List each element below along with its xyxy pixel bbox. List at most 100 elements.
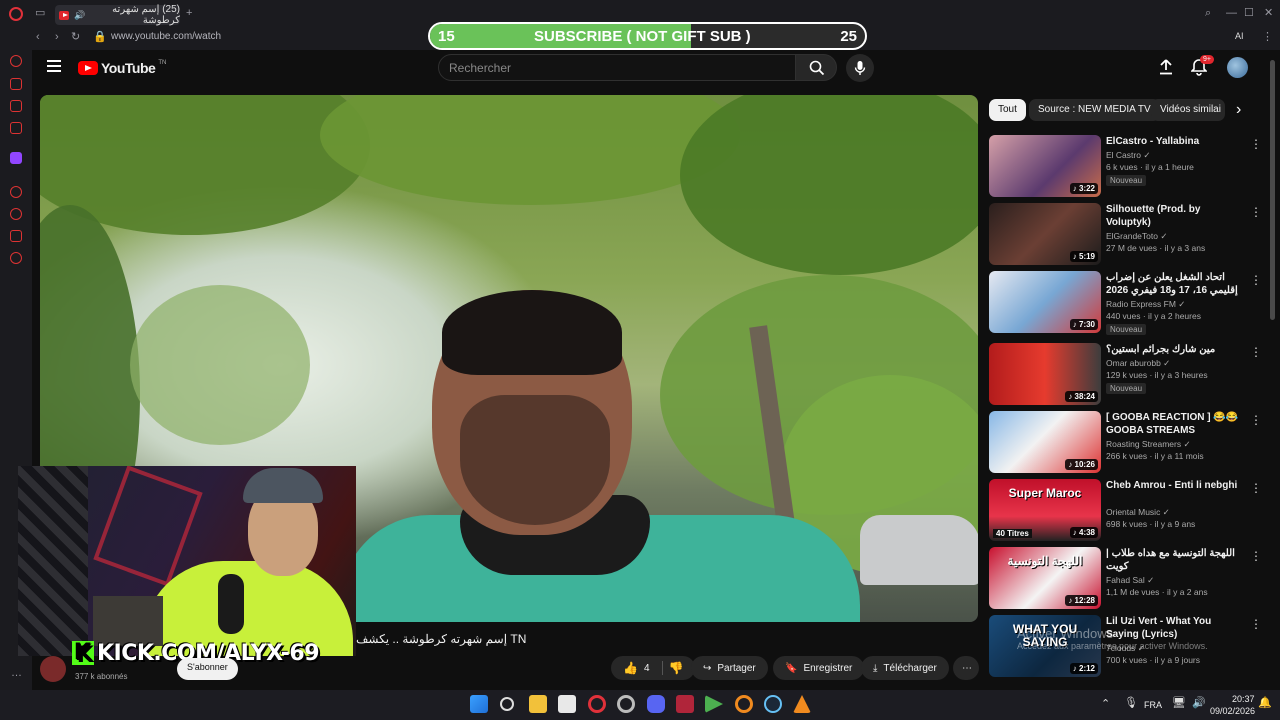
chip-source[interactable]: Source : NEW MEDIA TV <box>1029 99 1160 121</box>
more-options-icon[interactable]: ⋮ <box>1250 205 1262 219</box>
notifications-button[interactable]: 9+ <box>1190 55 1214 78</box>
recommendation-title[interactable]: [ GOOBA REACTION ] 😂😂 GOOBA STREAMS HIGH… <box>1106 411 1244 437</box>
sidebar-twitch-icon[interactable] <box>10 152 22 164</box>
forward-icon[interactable]: › <box>55 32 59 43</box>
taskbar-search-icon[interactable] <box>500 697 514 711</box>
speaker-icon[interactable]: 🔊 <box>74 10 85 21</box>
recommendation-thumbnail[interactable]: ♪ 3:22 <box>989 135 1101 197</box>
download-button[interactable]: ⤓ Télécharger <box>861 656 949 680</box>
youtube-logo[interactable]: YouTube TN <box>78 60 166 76</box>
chip-similar[interactable]: Vidéos similai <box>1151 99 1225 121</box>
recommendation-thumbnail[interactable]: ♪ 7:30 <box>989 271 1101 333</box>
search-button[interactable] <box>795 54 837 81</box>
sidebar-messenger-icon[interactable] <box>10 100 22 112</box>
sidebar-bag-icon[interactable] <box>10 78 22 90</box>
opera-gx-taskbar-icon[interactable] <box>617 695 635 713</box>
recommendation-title[interactable]: Silhouette (Prod. by Voluptyk) <box>1106 203 1244 229</box>
recommendation-channel[interactable]: Fahad Sal ✓ <box>1106 575 1154 586</box>
page-scrollbar[interactable] <box>1270 60 1275 320</box>
recommendation-title[interactable]: مين شارك بجرائم ابستين؟ <box>1106 343 1244 356</box>
capcut-icon[interactable] <box>676 695 694 713</box>
recommendation-thumbnail[interactable]: اللهجة التونسية ♪ 12:28 <box>989 547 1101 609</box>
more-options-icon[interactable]: ⋮ <box>1250 345 1262 359</box>
recommendation-channel[interactable]: ElGrandeToto ✓ <box>1106 231 1167 242</box>
avatar[interactable] <box>1227 57 1248 78</box>
search-tabs-icon[interactable]: ⌕ <box>1205 8 1211 19</box>
more-options-icon[interactable]: ⋮ <box>1250 137 1262 151</box>
recommendation-item[interactable]: ♪ 7:30 اتحاد الشغل يعلن عن إضراب إقليمي 1… <box>989 271 1264 335</box>
like-button[interactable]: 👍 4 👎 <box>611 656 696 680</box>
network-icon[interactable]: 🖥 <box>1172 698 1186 709</box>
recommendation-title[interactable]: ElCastro - Yallabina <box>1106 135 1244 148</box>
recommendation-channel[interactable]: El Castro ✓ <box>1106 150 1150 161</box>
language-indicator[interactable]: FRA <box>1144 700 1162 710</box>
recommendation-thumbnail[interactable]: Super Maroc 40 Titres ♪ 4:38 <box>989 479 1101 541</box>
workspaces-icon[interactable]: ▭ <box>35 8 45 19</box>
upload-icon[interactable] <box>1158 59 1174 75</box>
recommendation-channel[interactable]: Oriental Music ✓ <box>1106 507 1170 518</box>
chip-scroll-right-icon[interactable]: › <box>1236 101 1241 119</box>
sidebar-history-icon[interactable] <box>10 208 22 220</box>
recommendation-item[interactable]: ♪ 38:24 مين شارك بجرائم ابستين؟ Omar aburo… <box>989 343 1264 405</box>
search-input[interactable]: Rechercher <box>438 54 796 81</box>
windows-start-icon[interactable] <box>470 695 488 713</box>
sidebar-more-icon[interactable]: … <box>11 668 22 679</box>
microphone-tray-icon[interactable]: 🎙 <box>1124 698 1138 709</box>
volume-icon[interactable]: 🔊 <box>1192 698 1206 709</box>
obs-icon[interactable] <box>735 695 753 713</box>
recommendation-item[interactable]: ♪ 10:26 [ GOOBA REACTION ] 😂😂 GOOBA STREA… <box>989 411 1264 473</box>
channel-avatar[interactable] <box>40 656 66 682</box>
recommendation-item[interactable]: ♪ 5:19 Silhouette (Prod. by Voluptyk) ElGr… <box>989 203 1264 265</box>
thumbs-down-icon[interactable]: 👎 <box>669 661 684 675</box>
more-options-icon[interactable]: ⋮ <box>1250 413 1262 427</box>
clock-date[interactable]: 09/02/2026 <box>1210 706 1255 716</box>
reload-icon[interactable]: ↻ <box>71 32 80 43</box>
recommendation-channel[interactable]: Roasting Streamers ✓ <box>1106 439 1191 450</box>
recommendation-thumbnail[interactable]: ♪ 10:26 <box>989 411 1101 473</box>
notification-center-icon[interactable]: 🔔 <box>1258 698 1272 709</box>
tray-chevron-icon[interactable]: ⌃ <box>1101 699 1110 710</box>
clock-time[interactable]: 20:37 <box>1232 694 1255 704</box>
sidebar-whatsapp-icon[interactable] <box>10 122 22 134</box>
close-window-icon[interactable]: ✕ <box>1264 8 1273 19</box>
sidebar-aria-icon[interactable] <box>10 55 22 67</box>
url-text[interactable]: www.youtube.com/watch <box>111 31 221 42</box>
recommendation-item[interactable]: ♪ 3:22 ElCastro - Yallabina El Castro ✓ 6 k… <box>989 135 1264 197</box>
maximize-icon[interactable]: ☐ <box>1244 8 1254 19</box>
steam-icon[interactable] <box>764 695 782 713</box>
recommendation-item[interactable]: اللهجة التونسية ♪ 12:28 اللهجة التونسية مع… <box>989 547 1264 609</box>
back-icon[interactable]: ‹ <box>36 32 40 43</box>
sidebar-player-icon[interactable] <box>10 186 22 198</box>
hamburger-menu-icon[interactable] <box>47 60 61 72</box>
more-options-icon[interactable]: ⋮ <box>1250 549 1262 563</box>
recommendation-title[interactable]: Cheb Amrou - Enti li nebghi <box>1106 479 1244 492</box>
save-button[interactable]: 🔖 Enregistrer <box>773 656 865 680</box>
voice-search-button[interactable] <box>846 54 874 82</box>
tab-youtube[interactable]: 🔊 (25) إسم شهرته كرطوشة <box>55 4 180 26</box>
sidebar-extensions-icon[interactable] <box>10 230 22 242</box>
discord-icon[interactable] <box>647 695 665 713</box>
ai-button[interactable]: AI <box>1235 32 1244 41</box>
menu-icon[interactable]: ⋮ <box>1262 32 1273 43</box>
share-button[interactable]: ↪ Partager <box>691 656 768 680</box>
recommendation-thumbnail[interactable]: ♪ 38:24 <box>989 343 1101 405</box>
file-explorer-icon[interactable] <box>529 695 547 713</box>
recommendation-title[interactable]: اللهجة التونسية مع هداه طلاب | كويت <box>1106 547 1244 573</box>
more-actions-button[interactable]: ⋯ <box>953 656 979 680</box>
minimize-icon[interactable]: — <box>1226 8 1237 19</box>
chip-all[interactable]: Tout <box>989 99 1026 121</box>
recommendation-thumbnail[interactable]: ♪ 5:19 <box>989 203 1101 265</box>
recommendation-item[interactable]: Super Maroc 40 Titres ♪ 4:38 Cheb Amrou - E… <box>989 479 1264 541</box>
recommendation-channel[interactable]: Radio Express FM ✓ <box>1106 299 1185 310</box>
more-options-icon[interactable]: ⋮ <box>1250 273 1262 287</box>
more-options-icon[interactable]: ⋮ <box>1250 481 1262 495</box>
opera-logo-icon[interactable] <box>9 7 23 21</box>
recommendation-title[interactable]: اتحاد الشغل يعلن عن إضراب إقليمي 16، 17 … <box>1106 271 1244 297</box>
opera-taskbar-icon[interactable] <box>588 695 606 713</box>
subscribe-goal-bar: 15 SUBSCRIBE ( NOT GIFT SUB ) 25 <box>428 22 867 50</box>
recommendation-channel[interactable]: Omar aburobb ✓ <box>1106 358 1170 369</box>
new-tab-icon[interactable]: + <box>186 8 192 19</box>
store-icon[interactable] <box>558 695 576 713</box>
sidebar-settings-icon[interactable] <box>10 252 22 264</box>
subscribe-button[interactable]: S'abonner <box>177 658 238 680</box>
